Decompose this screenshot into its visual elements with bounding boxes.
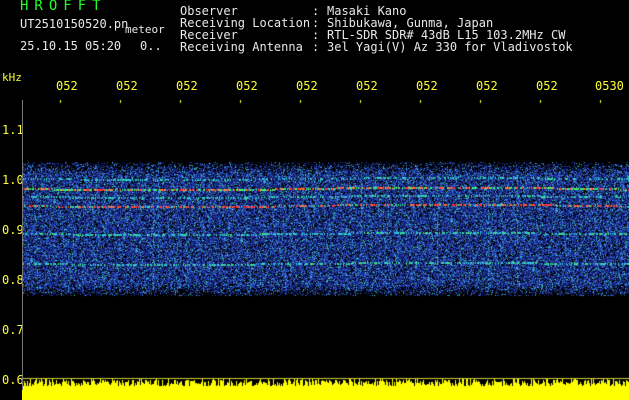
- y-axis-line: [22, 100, 23, 390]
- y-tick-label: 0.8: [2, 273, 24, 287]
- x-tick-label: 052: [356, 79, 378, 93]
- x-tick-label: 052: [56, 79, 78, 93]
- x-tick-label: 052: [536, 79, 558, 93]
- y-tick-label: 1.1: [2, 123, 24, 137]
- meta-label-antenna: Receiving Antenna: [180, 40, 303, 54]
- meta-value-antenna: 3el Yagi(V) Az 330 for Vladivostok: [327, 40, 573, 54]
- x-tick-label: 052: [476, 79, 498, 93]
- x-tick-label: 052: [236, 79, 258, 93]
- y-tick-label: 0.7: [2, 323, 24, 337]
- x-tick-label: 052: [176, 79, 198, 93]
- meta-colon: :: [312, 40, 320, 54]
- y-tick-label: 1.0: [2, 173, 24, 187]
- file-name: UT2510150520.pn: [20, 17, 129, 31]
- x-tick-label: 0530: [595, 79, 624, 93]
- axis-unit-label: kHz: [2, 71, 22, 84]
- extra-value: 0..: [140, 39, 162, 53]
- x-tick-label: 052: [416, 79, 438, 93]
- y-tick-label: 0.9: [2, 223, 24, 237]
- date-time: 25.10.15 05:20: [20, 39, 122, 53]
- mode-label: meteor: [125, 23, 165, 36]
- x-tick-label: 052: [296, 79, 318, 93]
- x-tick-label: 052: [116, 79, 138, 93]
- spectrogram-canvas: [22, 100, 629, 400]
- app-title: HROFFT: [20, 0, 107, 14]
- y-tick-label: 0.6: [2, 373, 24, 387]
